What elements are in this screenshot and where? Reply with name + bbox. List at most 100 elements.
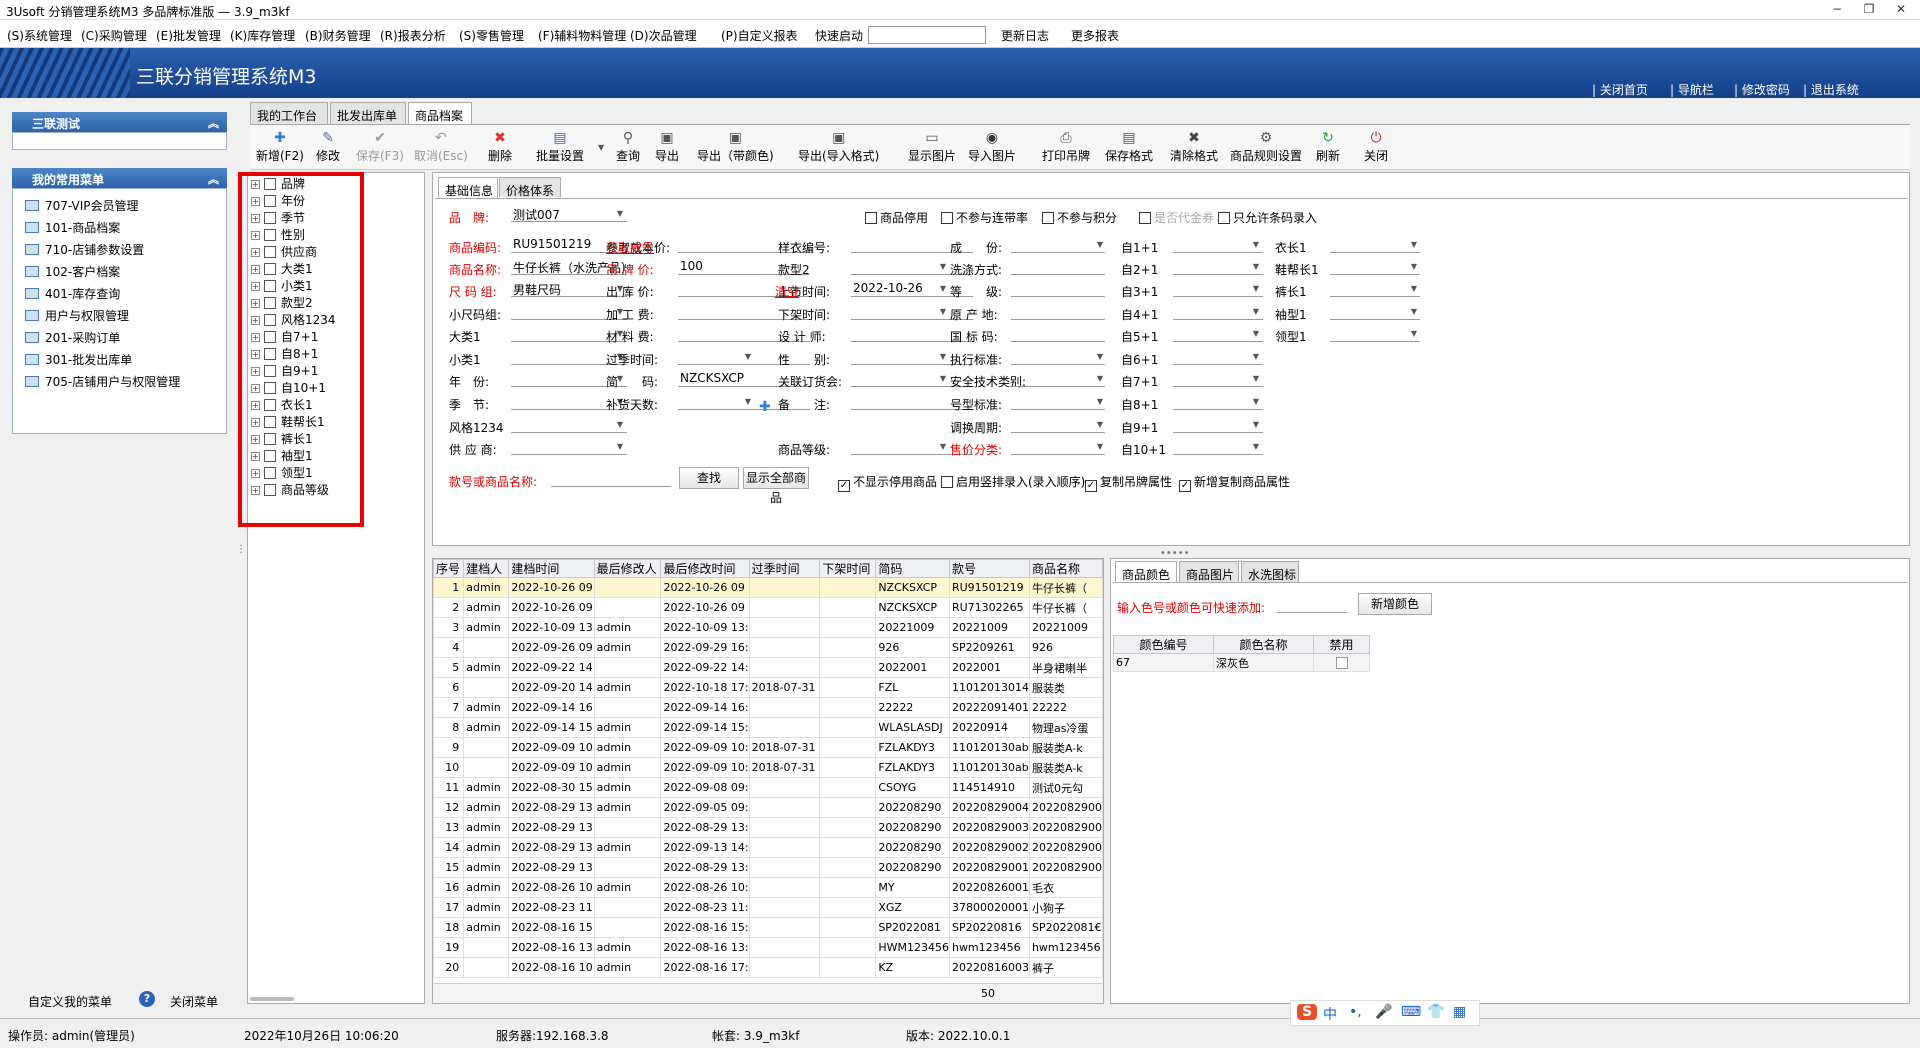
color-disabled-cell[interactable] xyxy=(1313,653,1370,672)
tab-2[interactable]: 商品档案 xyxy=(408,102,472,125)
favorite-menu-item[interactable]: 710-店铺参数设置 xyxy=(25,241,144,258)
field-input[interactable] xyxy=(1011,394,1105,410)
left-splitter-handle[interactable]: ⋮ xyxy=(236,545,246,555)
toolbar-button[interactable]: ⏻ 关闭 xyxy=(1364,129,1388,164)
dropdown-icon[interactable]: ▼ xyxy=(936,304,950,320)
ime-icon[interactable]: 👕 xyxy=(1427,1004,1444,1020)
collapse-icon[interactable]: ︽ xyxy=(208,115,219,131)
toolbar-button[interactable]: ▭ 显示图片 xyxy=(908,129,956,164)
column-header[interactable]: 序号 xyxy=(433,559,465,578)
table-row[interactable]: 17 admin 2022-08-23 11 2022-08-23 11: XGZ 378… xyxy=(433,897,1103,918)
section-header-favorites[interactable]: 我的常用菜单 ︽ xyxy=(12,168,227,188)
dropdown-icon[interactable]: ▼ xyxy=(1093,371,1107,387)
dropdown-icon[interactable]: ▼ xyxy=(1407,326,1421,342)
menu-item[interactable]: (S)系统管理 xyxy=(7,27,72,44)
table-row[interactable]: 6 2022-09-20 14 admin 2022-10-18 17: 2018-07… xyxy=(433,677,1103,698)
toolbar-button[interactable]: ▤ 批量设置 xyxy=(536,129,584,164)
dropdown-icon[interactable]: ▼ xyxy=(613,206,627,222)
favorite-menu-item[interactable]: 301-批发出库单 xyxy=(25,351,132,368)
add-icon[interactable]: ✚ xyxy=(759,399,771,415)
menu-item[interactable]: (S)零售管理 xyxy=(459,27,524,44)
tab-0[interactable]: 我的工作台 xyxy=(250,102,328,124)
favorite-menu-item[interactable]: 401-库存查询 xyxy=(25,285,120,302)
column-header[interactable]: 最后修改时间 xyxy=(660,559,750,578)
dropdown-icon[interactable]: ▼ xyxy=(1407,237,1421,253)
ime-icon[interactable]: 中 xyxy=(1323,1004,1337,1024)
menu-item[interactable]: (R)报表分析 xyxy=(380,27,446,44)
column-header[interactable]: 款号 xyxy=(948,559,1030,578)
batch-dropdown-icon[interactable]: ▼ xyxy=(598,143,604,152)
tab-1[interactable]: 批发出库单 xyxy=(330,102,406,124)
banner-link[interactable]: | 关闭首页 xyxy=(1592,81,1648,98)
menu-item[interactable]: 更新日志 xyxy=(1001,27,1049,44)
field-input[interactable] xyxy=(1011,439,1105,455)
color-column-header[interactable]: 禁用 xyxy=(1313,635,1370,654)
dropdown-icon[interactable]: ▼ xyxy=(936,371,950,387)
banner-link[interactable]: | 导航栏 xyxy=(1670,81,1714,98)
customize-menu-link[interactable]: 自定义我的菜单 xyxy=(28,993,112,1010)
favorite-menu-item[interactable]: 201-采购订单 xyxy=(25,329,120,346)
help-icon[interactable]: ? xyxy=(139,991,155,1007)
column-header[interactable]: 简码 xyxy=(875,559,950,578)
collapse-icon[interactable]: ︽ xyxy=(208,171,219,187)
table-row[interactable]: 5 admin 2022-09-22 14 2022-09-22 14: 2022001… xyxy=(433,657,1103,678)
toolbar-button[interactable]: ✎ 修改 xyxy=(316,129,340,164)
search-option-checkbox[interactable]: ✓ 复制吊牌属性 xyxy=(1085,473,1172,492)
color-row[interactable]: 67 深灰色 xyxy=(1113,653,1370,672)
menu-item[interactable]: (F)辅料物料管理 xyxy=(538,27,626,44)
dropdown-icon[interactable]: ▼ xyxy=(1249,417,1263,433)
toolbar-button[interactable]: ⚙ 商品规则设置 xyxy=(1230,129,1302,164)
subtab-price[interactable]: 价格体系 xyxy=(499,177,561,198)
field-input[interactable] xyxy=(1011,259,1105,275)
table-row[interactable]: 14 admin 2022-08-29 13 admin 2022-09-13 14: 2… xyxy=(433,837,1103,858)
toolbar-button[interactable]: ↻ 刷新 xyxy=(1316,129,1340,164)
column-header[interactable]: 过季时间 xyxy=(748,559,821,578)
menu-item[interactable]: 更多报表 xyxy=(1071,27,1119,44)
tree-scrollbar[interactable] xyxy=(250,997,294,1001)
table-row[interactable]: 16 admin 2022-08-26 10 admin 2022-08-26 10: M… xyxy=(433,877,1103,898)
favorite-menu-item[interactable]: 101-商品档案 xyxy=(25,219,120,236)
color-quick-input[interactable] xyxy=(1277,597,1347,613)
color-tab-2[interactable]: 水洗图标 xyxy=(1241,561,1299,582)
clear-price-link[interactable]: 清空 xyxy=(775,283,799,300)
toolbar-button[interactable]: ◉ 导入图片 xyxy=(968,129,1016,164)
ime-icon[interactable]: •, xyxy=(1349,1004,1362,1020)
dropdown-icon[interactable]: ▼ xyxy=(1249,281,1263,297)
field-input[interactable] xyxy=(511,417,627,433)
color-column-header[interactable]: 颜色名称 xyxy=(1213,635,1314,654)
toolbar-button[interactable]: ▣ 导出(导入格式) xyxy=(798,129,879,164)
table-row[interactable]: 4 2022-09-26 09 admin 2022-09-29 16: 926 SP22… xyxy=(433,637,1103,658)
dropdown-icon[interactable]: ▼ xyxy=(1407,259,1421,275)
ime-icon[interactable]: 🎤 xyxy=(1375,1004,1392,1020)
column-header[interactable]: 下架时间 xyxy=(819,559,877,578)
dropdown-icon[interactable]: ▼ xyxy=(613,439,627,455)
table-row[interactable]: 9 2022-09-09 10 admin 2022-09-09 10: 2018-07… xyxy=(433,737,1103,758)
subtab-basic[interactable]: 基础信息 xyxy=(438,177,498,198)
toolbar-button[interactable]: ✚ 新增(F2) xyxy=(256,129,304,164)
dropdown-icon[interactable]: ▼ xyxy=(1093,237,1107,253)
dropdown-icon[interactable]: ▼ xyxy=(1249,237,1263,253)
option-checkbox[interactable]: 不参与积分 xyxy=(1042,209,1117,226)
close-window-button[interactable]: ✕ xyxy=(1890,2,1912,16)
dropdown-icon[interactable]: ▼ xyxy=(741,394,755,410)
color-tab-1[interactable]: 商品图片 xyxy=(1179,561,1239,582)
field-input[interactable] xyxy=(1011,417,1105,433)
menu-item[interactable]: (B)财务管理 xyxy=(305,27,371,44)
field-input[interactable] xyxy=(1011,349,1105,365)
menu-item[interactable]: (P)自定义报表 xyxy=(721,27,798,44)
search-option-checkbox[interactable]: ✓ 不显示停用商品 xyxy=(838,473,937,492)
dropdown-icon[interactable]: ▼ xyxy=(1093,417,1107,433)
field-input[interactable] xyxy=(1011,304,1105,320)
menu-item[interactable]: (D)次品管理 xyxy=(630,27,697,44)
dropdown-icon[interactable]: ▼ xyxy=(1249,439,1263,455)
dropdown-icon[interactable]: ▼ xyxy=(741,349,755,365)
field-input[interactable] xyxy=(1011,371,1105,387)
dropdown-icon[interactable]: ▼ xyxy=(1093,349,1107,365)
column-header[interactable]: 建档人 xyxy=(463,559,510,578)
table-row[interactable]: 15 admin 2022-08-29 13 2022-08-29 13: 202208… xyxy=(433,857,1103,878)
dropdown-icon[interactable]: ▼ xyxy=(1249,394,1263,410)
field-input[interactable] xyxy=(1011,237,1105,253)
table-row[interactable]: 1 admin 2022-10-26 09 2022-10-26 09 NZCKSXCP… xyxy=(433,577,1103,598)
dropdown-icon[interactable]: ▼ xyxy=(1249,371,1263,387)
table-row[interactable]: 2 admin 2022-10-26 09 2022-10-26 09 NZCKSXCP… xyxy=(433,597,1103,618)
